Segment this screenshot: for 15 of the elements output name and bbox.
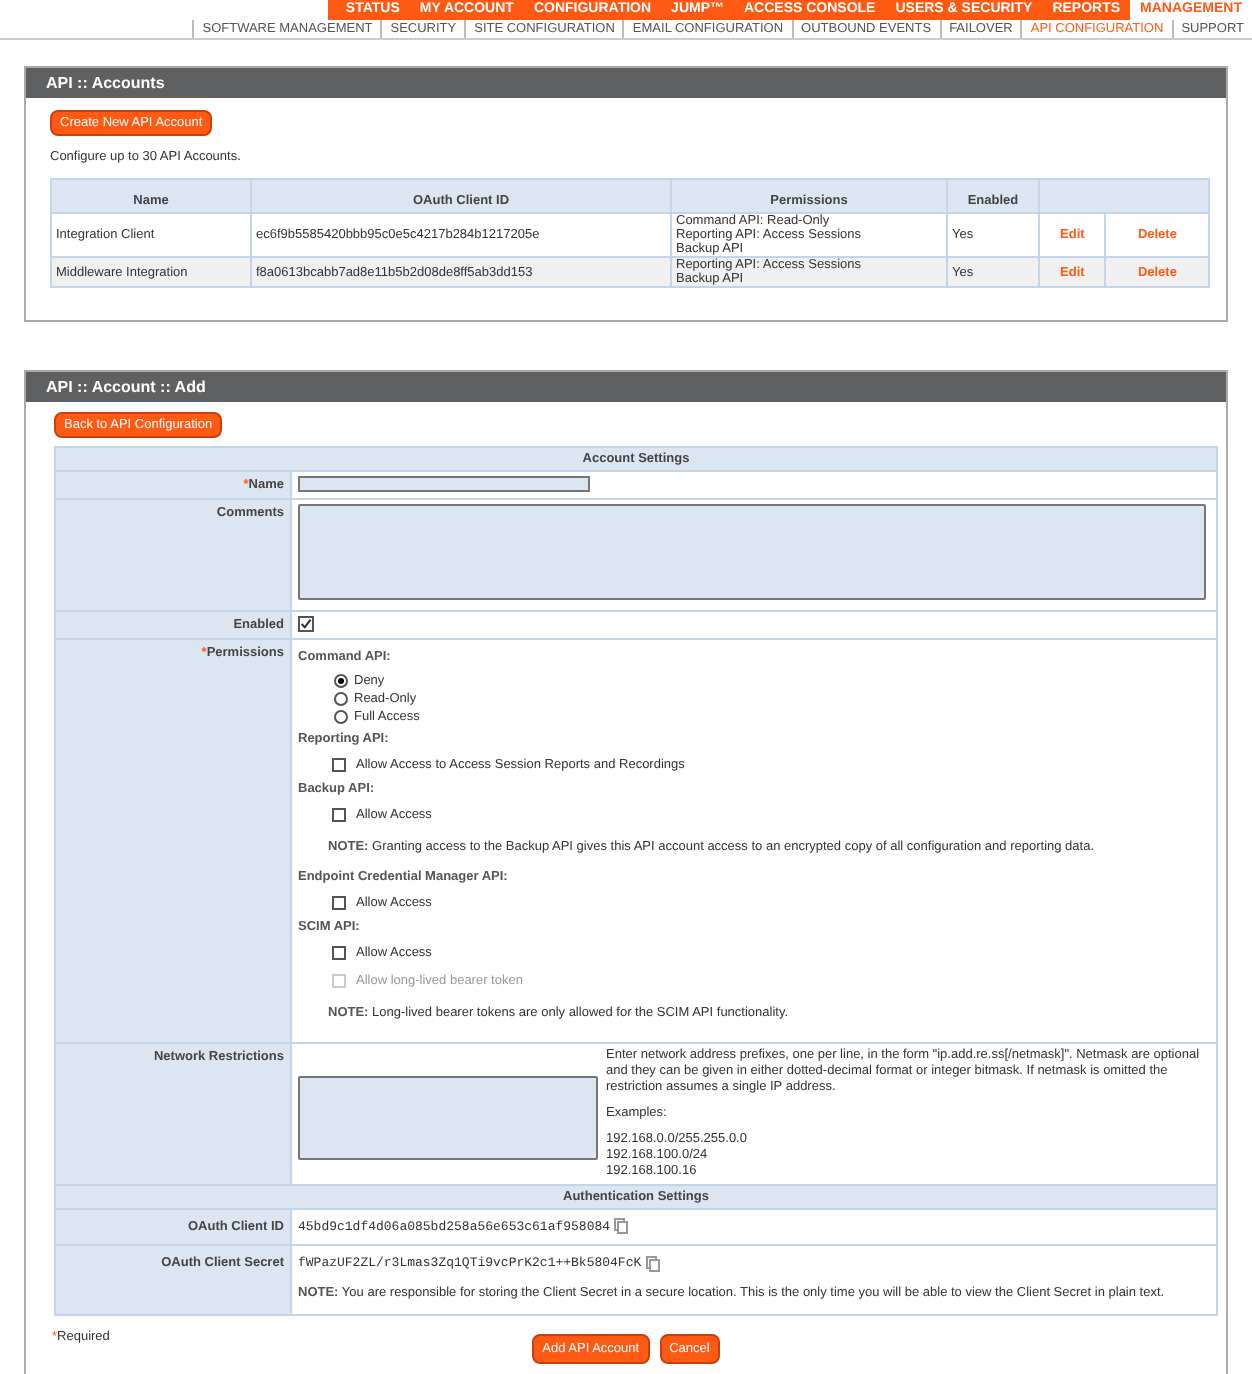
checkbox[interactable] bbox=[332, 808, 346, 822]
name-input[interactable] bbox=[298, 476, 590, 492]
panel-header: API :: Account :: Add bbox=[26, 372, 1226, 402]
network-input[interactable] bbox=[298, 1076, 598, 1160]
radio-button[interactable] bbox=[334, 710, 348, 724]
checkbox[interactable] bbox=[332, 896, 346, 910]
radio-button[interactable] bbox=[334, 692, 348, 706]
copy-icon[interactable] bbox=[614, 1218, 629, 1235]
copy-icon[interactable] bbox=[645, 1255, 660, 1271]
panel-header: API :: Accounts bbox=[26, 68, 1226, 98]
checkbox[interactable] bbox=[332, 946, 346, 960]
comments-input[interactable] bbox=[298, 504, 1206, 600]
checkbox[interactable] bbox=[298, 616, 314, 632]
radio-button[interactable] bbox=[334, 674, 348, 688]
checkbox[interactable] bbox=[332, 758, 346, 772]
